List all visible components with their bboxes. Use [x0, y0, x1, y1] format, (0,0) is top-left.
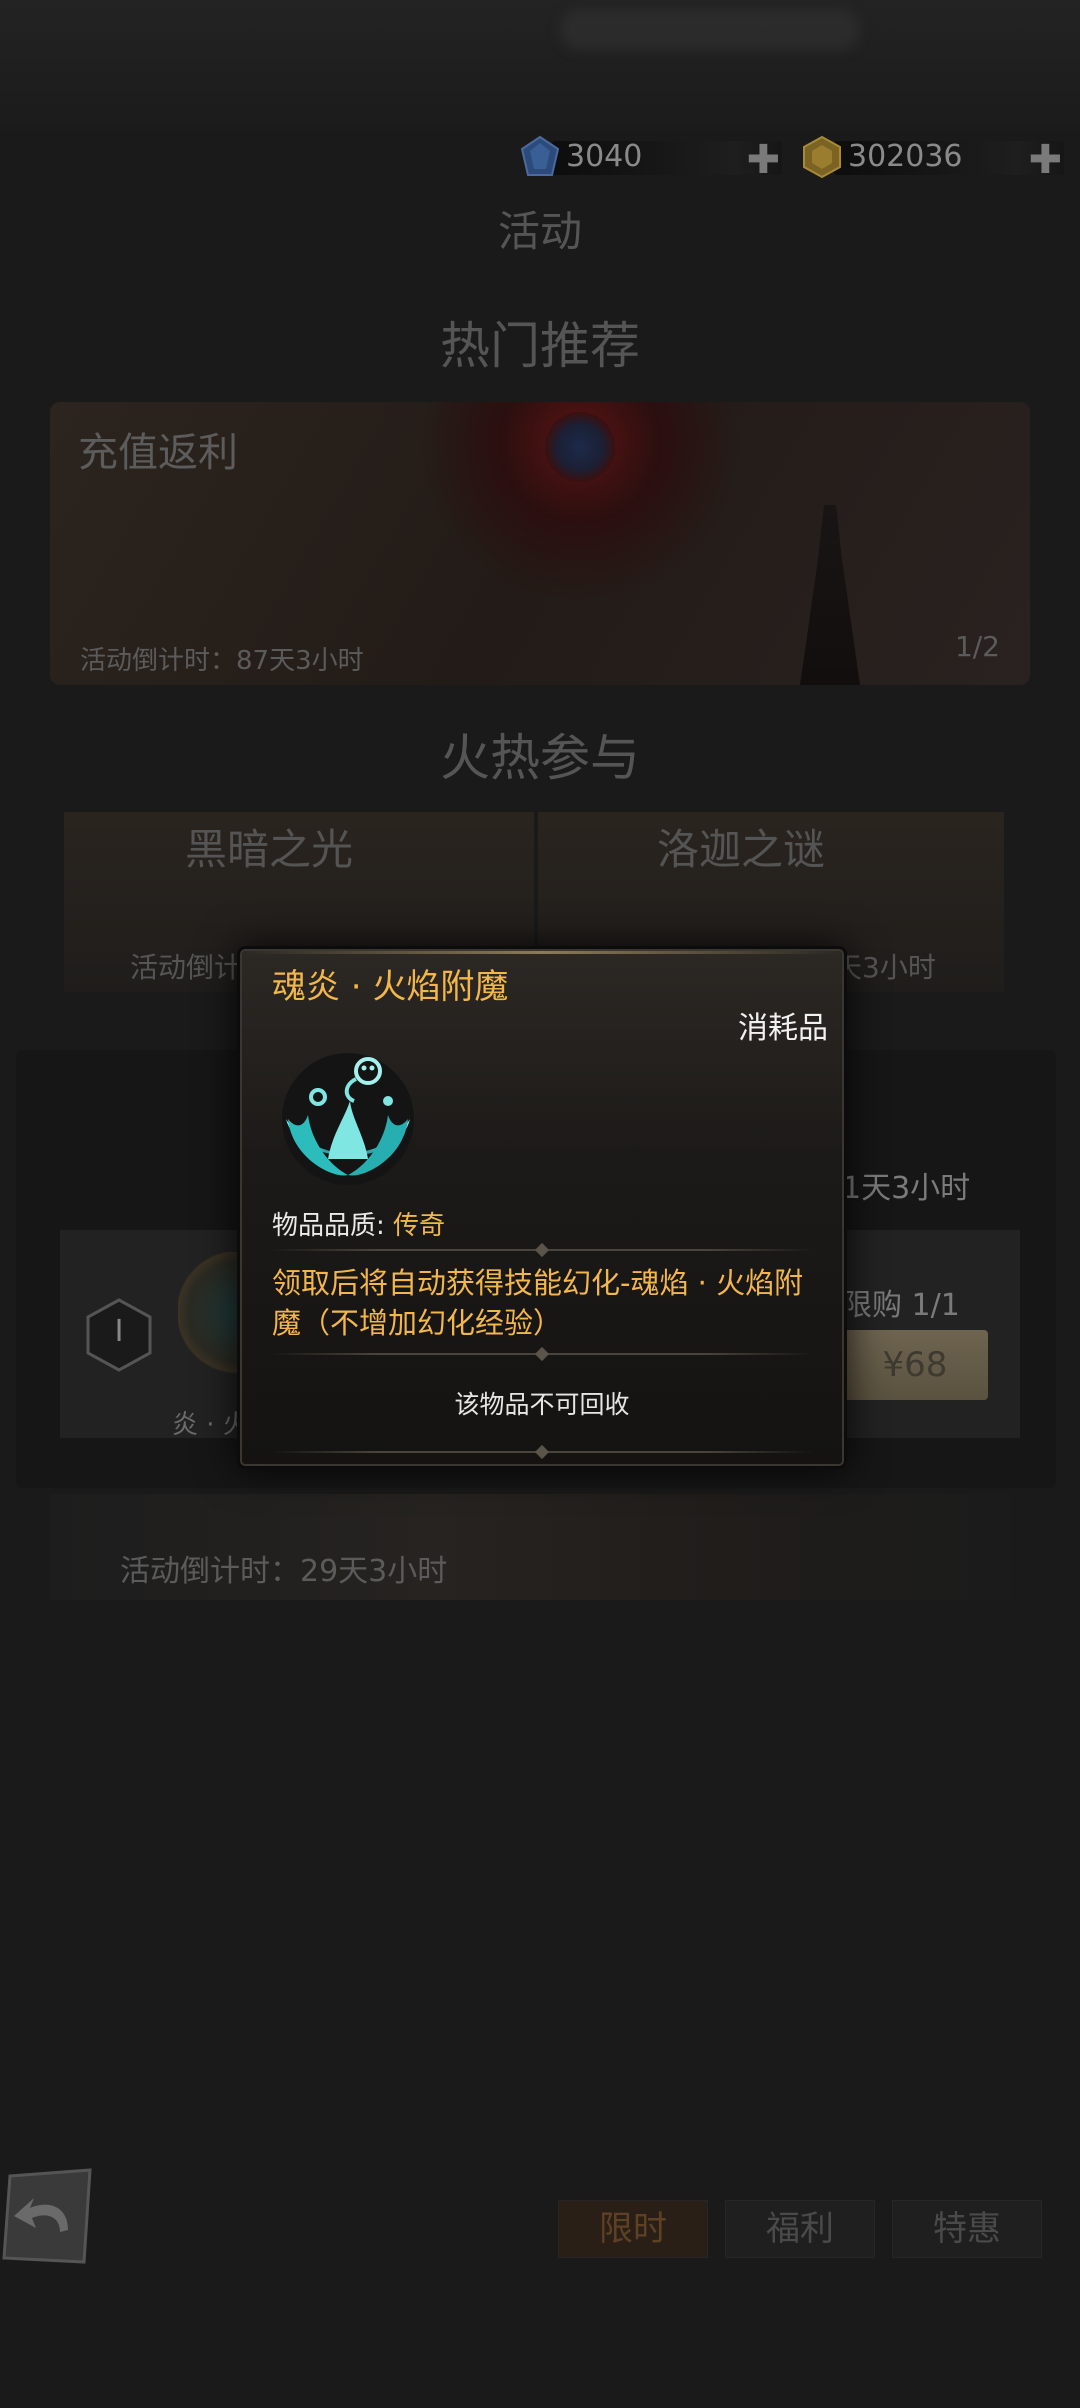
recharge-banner[interactable]: 充值返利 活动倒计时：87天3小时 1/2 — [50, 402, 1030, 685]
panel-countdown: 1天3小时 — [842, 1171, 971, 1206]
banner-pager: 1/2 — [954, 630, 1000, 663]
tab-welfare[interactable]: 福利 — [725, 2200, 875, 2258]
soul-flame-icon — [282, 1053, 414, 1185]
price-button[interactable]: ¥68 — [842, 1330, 988, 1400]
page-title: 活动 — [497, 207, 582, 256]
purchase-limit: 限购 1/1 — [842, 1288, 960, 1323]
non-recyclable-note: 该物品不可回收 — [454, 1390, 630, 1419]
item-type: 消耗品 — [738, 1011, 828, 1046]
quality-value: 传奇 — [393, 1211, 446, 1241]
divider — [270, 1346, 814, 1362]
top-status-area — [0, 0, 1080, 130]
tier-number: I — [114, 1314, 124, 1349]
event-label: 黑暗之光 — [184, 825, 353, 874]
item-thumbnail[interactable] — [178, 1252, 238, 1376]
gold-currency: 302036 ✚ — [800, 135, 1064, 183]
item-description: 领取后将自动获得技能幻化-魂焰 · 火焰附魔（不增加幻化经验） — [272, 1266, 804, 1340]
fire-section-title: 火热参与 — [440, 729, 640, 787]
blue-gem-icon — [520, 135, 560, 176]
event-countdown: 活动倒计时：29天3小时 — [120, 1554, 448, 1589]
banner-label: 充值返利 — [78, 430, 238, 476]
hot-section-title: 热门推荐 — [440, 317, 640, 375]
item-detail-popup[interactable]: 魂炎 · 火焰附魔 消耗品 物品品质: 传奇 领取后将自动获得技能幻化-魂焰 ·… — [237, 946, 847, 1469]
event-countdown: 活动倒计 — [130, 951, 243, 984]
item-quality: 物品品质: 传奇 — [272, 1205, 445, 1242]
add-gold-button[interactable]: ✚ — [1028, 137, 1062, 183]
event-countdown: 天3小时 — [834, 951, 936, 984]
back-arrow-icon[interactable] — [0, 2168, 94, 2264]
item-name: 魂炎 · 火焰附魔 — [272, 967, 509, 1007]
tab-special-offer[interactable]: 特惠 — [892, 2200, 1042, 2258]
event-label: 洛迦之谜 — [656, 825, 825, 874]
divider — [270, 1444, 814, 1460]
tab-limited[interactable]: 限时 — [558, 2200, 708, 2258]
quality-label: 物品品质: — [272, 1211, 385, 1241]
divider — [270, 1242, 814, 1258]
add-gems-button[interactable]: ✚ — [746, 137, 780, 183]
gold-count: 302036 — [848, 138, 963, 174]
gem-currency: 3040 ✚ — [518, 135, 782, 183]
gold-coin-icon — [803, 135, 841, 179]
gem-count: 3040 — [566, 138, 643, 174]
banner-countdown: 活动倒计时：87天3小时 — [80, 646, 364, 676]
event-card-lower[interactable]: 活动倒计时：29天3小时 — [50, 1494, 1010, 1600]
